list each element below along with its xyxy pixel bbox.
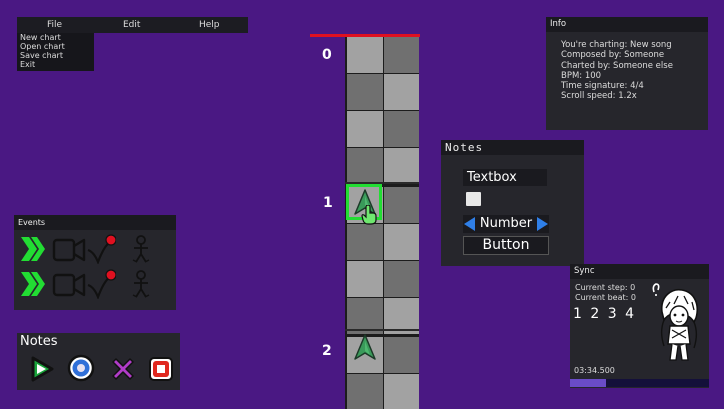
number-label: Number <box>479 216 533 231</box>
info-composer: Composed by: Someone <box>561 50 665 61</box>
camera-icon[interactable] <box>52 234 86 264</box>
chart-cell[interactable] <box>384 187 419 223</box>
chart-cell[interactable] <box>384 224 419 260</box>
info-song: You're charting: New song <box>561 40 672 50</box>
menu-edit[interactable]: Edit <box>123 20 140 30</box>
menu-help[interactable]: Help <box>199 20 220 30</box>
square-note-icon[interactable] <box>147 355 175 383</box>
events-title: Events <box>14 215 176 230</box>
chart-cell[interactable] <box>384 37 419 73</box>
chart-cell[interactable] <box>347 74 383 110</box>
chart-playhead <box>310 34 420 37</box>
number-stepper[interactable]: Number <box>463 215 549 233</box>
double-chevron-icon[interactable] <box>19 234 47 264</box>
chart-cell[interactable] <box>384 148 419 184</box>
file-menu-dropdown: New chart Open chart Save chart Exit <box>17 33 94 71</box>
menu-file[interactable]: File <box>47 20 62 30</box>
chart-cell[interactable] <box>384 261 419 297</box>
character-icon[interactable] <box>129 234 155 264</box>
song-progress-bar[interactable] <box>570 379 709 387</box>
chart-cell[interactable] <box>384 374 419 409</box>
menu-item-save-chart[interactable]: Save chart <box>17 51 94 60</box>
menu-item-exit[interactable]: Exit <box>17 60 94 69</box>
microphone-icon[interactable] <box>86 269 116 299</box>
menu-item-new-chart[interactable]: New chart <box>17 33 94 42</box>
widget-button[interactable]: Button <box>463 236 549 255</box>
sync-panel: Sync Current step: 0 Current beat: 0 1 2… <box>570 264 709 388</box>
sync-title: Sync <box>570 264 709 279</box>
camera-icon[interactable] <box>52 269 86 299</box>
arrow-note-icon[interactable] <box>351 333 379 363</box>
beat-label: 1 <box>323 195 333 211</box>
increment-arrow-icon[interactable] <box>537 217 548 231</box>
notes-widget-panel: Notes Textbox Number Button <box>441 140 584 266</box>
info-time-signature: Time signature: 4/4 <box>561 81 644 92</box>
info-bpm: BPM: 100 <box>561 70 602 81</box>
menu-item-open-chart[interactable]: Open chart <box>17 42 94 51</box>
beat-label: 2 <box>322 343 332 359</box>
chart-cell[interactable] <box>347 37 383 73</box>
chart-cell[interactable] <box>347 261 383 297</box>
chart-cell[interactable] <box>347 374 383 409</box>
info-charter: Charted by: Someone else <box>561 60 673 71</box>
beat-counter: 1 2 3 4 <box>573 306 636 322</box>
cross-note-icon[interactable] <box>108 354 138 384</box>
info-scroll-speed: Scroll speed: 1.2x <box>561 91 637 102</box>
song-progress-fill <box>570 379 607 387</box>
notes-palette-title: Notes <box>20 334 58 349</box>
notes-widget-title: Notes <box>441 140 584 155</box>
double-chevron-icon[interactable] <box>19 269 47 299</box>
triangle-note-icon[interactable] <box>26 354 56 384</box>
character-icon[interactable] <box>129 269 155 299</box>
song-time: 03:34.500 <box>574 366 615 375</box>
current-beat: Current beat: 0 <box>575 293 636 302</box>
beat-separator <box>345 329 419 331</box>
current-step: Current step: 0 <box>575 283 636 292</box>
chart-cell[interactable] <box>347 224 383 260</box>
chart-cell[interactable] <box>384 111 419 147</box>
hand-cursor-icon <box>360 205 378 225</box>
notes-palette: Notes <box>17 333 180 390</box>
chart-cell[interactable] <box>347 148 383 184</box>
menu-bar: File Edit Help <box>17 17 248 33</box>
chart-cell[interactable] <box>384 337 419 373</box>
microphone-icon[interactable] <box>86 234 116 264</box>
info-title: Info <box>546 17 708 32</box>
character-illustration <box>650 282 706 366</box>
toggle-checkbox[interactable] <box>466 192 481 206</box>
beat-label: 0 <box>322 47 332 63</box>
info-panel: Info You're charting: New song Composed … <box>546 17 708 130</box>
chart-cell[interactable] <box>384 74 419 110</box>
circle-note-icon[interactable] <box>66 353 96 383</box>
chart-cell[interactable] <box>347 111 383 147</box>
decrement-arrow-icon[interactable] <box>464 217 475 231</box>
textbox-input[interactable]: Textbox <box>463 169 547 186</box>
